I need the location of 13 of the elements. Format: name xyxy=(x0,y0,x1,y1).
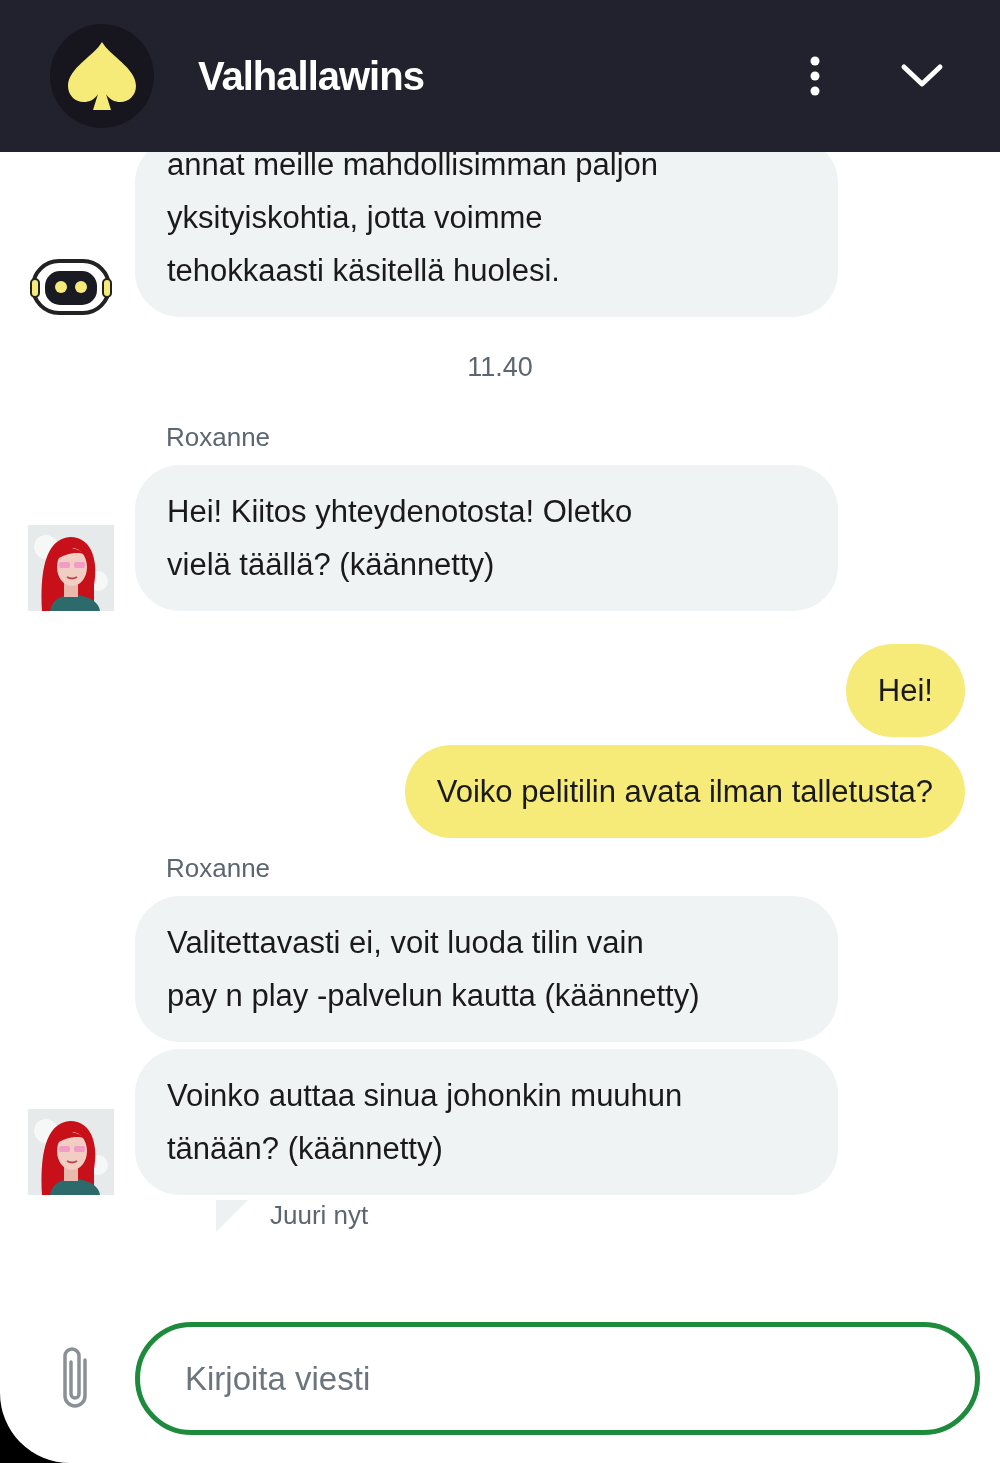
message-status: Juuri nyt xyxy=(270,1199,369,1232)
more-options-icon[interactable] xyxy=(808,56,822,96)
chat-title: Valhallawins xyxy=(198,53,424,100)
user-message: Hei! xyxy=(845,644,965,737)
message-input[interactable]: Kirjoita viesti xyxy=(135,1322,980,1435)
sender-name: Roxanne xyxy=(166,852,272,885)
agent-message: Voinko auttaa sinua johonkin muuhun tänään? (käännetty) xyxy=(135,1049,838,1195)
agent-message: Valitettavasti ei, voit luoda tilin vain pay n play -palvelun kautta (käännetty) xyxy=(135,896,838,1042)
sender-name: Roxanne xyxy=(166,421,272,454)
user-message: Voiko pelitilin avata ilman talletusta? xyxy=(404,745,965,838)
timestamp: 11.40 xyxy=(466,351,534,384)
agent-message: Hei! Kiitos yhteydenotosta! Oletko vielä täällä? (käännetty) xyxy=(135,465,838,611)
chevron-down-icon[interactable] xyxy=(900,63,944,89)
